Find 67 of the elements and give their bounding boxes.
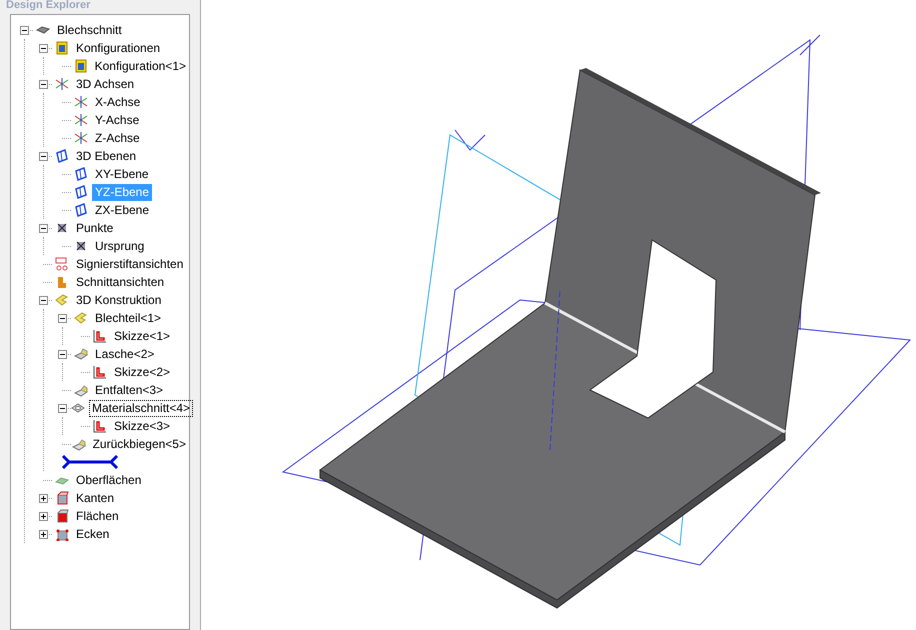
sketch-icon — [93, 365, 107, 379]
marker-view-icon — [55, 257, 69, 271]
tree-item[interactable]: Skizze<2> — [111, 364, 174, 380]
tree-item[interactable]: Konfiguration<1> — [92, 58, 189, 74]
expand-toggle[interactable] — [38, 80, 48, 88]
point-icon — [74, 239, 88, 253]
rollback-bar-icon[interactable] — [61, 455, 119, 469]
tree-item[interactable]: Signierstiftansichten — [73, 256, 186, 272]
unfold-icon — [72, 437, 86, 451]
point-icon — [55, 221, 69, 235]
tree-item[interactable]: Oberflächen — [73, 472, 144, 488]
section-view-icon — [55, 275, 69, 289]
flange-icon — [74, 347, 88, 361]
axes-icon — [74, 95, 88, 109]
tree-item[interactable]: Entfalten<3> — [92, 382, 166, 398]
tree-item[interactable]: Punkte — [73, 220, 116, 236]
tree-item[interactable]: Y-Achse — [92, 112, 142, 128]
unfold-icon — [74, 383, 88, 397]
expand-toggle[interactable] — [58, 404, 66, 412]
tree-item[interactable]: Flächen — [73, 508, 122, 524]
sheet-part-icon — [55, 293, 69, 307]
cube-icon — [55, 509, 69, 523]
expand-toggle[interactable] — [58, 314, 66, 322]
tree-item[interactable]: Ursprung — [92, 238, 148, 254]
tree-item[interactable]: Z-Achse — [92, 130, 143, 146]
tree-item[interactable]: 3D Achsen — [73, 76, 138, 92]
cube-icon — [55, 491, 69, 505]
expand-toggle[interactable] — [38, 296, 48, 304]
axes-icon — [74, 131, 88, 145]
tree-item[interactable]: Schnittansichten — [73, 274, 168, 290]
tree-item[interactable]: 3D Konstruktion — [73, 292, 164, 308]
panel-title: Design Explorer — [5, 0, 92, 10]
tree-item[interactable]: Zurückbiegen<5> — [90, 436, 189, 452]
axes-icon — [55, 77, 69, 91]
tree-item[interactable]: ZX-Ebene — [92, 202, 152, 218]
tree-item[interactable]: Blechschnitt — [54, 22, 125, 38]
tree-item[interactable]: Lasche<2> — [92, 346, 158, 362]
tree-item[interactable]: Kanten — [73, 490, 118, 506]
plane-icon — [74, 185, 88, 199]
sheet-part-icon — [74, 311, 88, 325]
tree-item[interactable]: Ecken — [73, 526, 112, 542]
expand-toggle[interactable] — [38, 224, 48, 232]
expand-toggle[interactable] — [38, 152, 48, 160]
tree-item[interactable]: Skizze<1> — [111, 328, 174, 344]
tree-item[interactable]: Blechteil<1> — [92, 310, 164, 326]
plane-icon — [74, 203, 88, 217]
spreadsheet-icon — [74, 59, 88, 73]
expand-toggle[interactable] — [20, 26, 28, 34]
expand-toggle[interactable] — [38, 512, 48, 520]
expand-toggle[interactable] — [38, 44, 48, 52]
tree-item[interactable]: Skizze<3> — [111, 418, 174, 434]
spreadsheet-icon — [55, 41, 69, 55]
expand-toggle[interactable] — [38, 530, 48, 538]
tree-item[interactable]: Konfigurationen — [73, 40, 164, 56]
cube-icon — [55, 527, 69, 541]
expand-toggle[interactable] — [38, 494, 48, 502]
sketch-icon — [93, 419, 107, 433]
axes-icon — [74, 113, 88, 127]
tree-item[interactable]: 3D Ebenen — [73, 148, 140, 164]
tree-item[interactable]: XY-Ebene — [92, 166, 152, 182]
cut-icon — [71, 401, 85, 415]
tree-item[interactable]: Materialschnitt<4> — [89, 400, 194, 416]
sketch-icon — [93, 329, 107, 343]
expand-toggle[interactable] — [58, 350, 66, 358]
plane-icon — [74, 167, 88, 181]
tree-item[interactable]: X-Achse — [92, 94, 144, 110]
plane-icon — [55, 149, 69, 163]
